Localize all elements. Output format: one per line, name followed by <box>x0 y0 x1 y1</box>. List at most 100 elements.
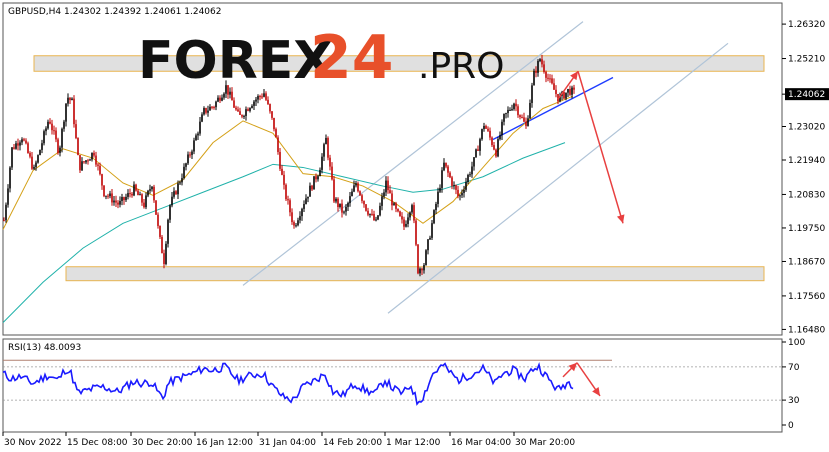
watermark-suffix: .PRO <box>418 46 505 87</box>
price-tick-label: 1.25210 <box>788 55 825 65</box>
candle-body <box>63 121 65 129</box>
candle-body <box>321 156 323 170</box>
candle-body <box>549 78 551 80</box>
candle-body <box>443 162 445 171</box>
candle-body <box>175 191 177 195</box>
candle-body <box>127 193 129 197</box>
candle-body <box>179 182 181 184</box>
candle-body <box>31 156 33 169</box>
candle-body <box>431 223 433 238</box>
candle-body <box>547 77 549 79</box>
candle-body <box>29 153 31 157</box>
candle-body <box>453 185 455 187</box>
price-tick-label: 1.19750 <box>788 224 825 234</box>
candle-body <box>143 202 145 208</box>
price-tick-label: 1.16480 <box>788 325 825 335</box>
candle-body <box>379 205 381 216</box>
candle-body <box>553 83 555 90</box>
candle-body <box>213 106 215 108</box>
candle-body <box>237 109 239 112</box>
candle-body <box>545 71 547 78</box>
candle-body <box>257 96 259 100</box>
time-tick-label: 30 Mar 20:00 <box>515 438 575 448</box>
candle-body <box>41 143 43 150</box>
candle-body <box>185 163 187 167</box>
price-tick-label: 1.26320 <box>788 20 825 30</box>
price-tick-label: 1.21940 <box>788 156 825 166</box>
candle-body <box>543 64 545 72</box>
candle-body <box>371 213 373 215</box>
candle-body <box>75 124 77 139</box>
candle-body <box>325 137 327 145</box>
candle-body <box>241 114 243 117</box>
candle-body <box>209 106 211 111</box>
candle-body <box>565 92 567 99</box>
candle-body <box>485 125 487 129</box>
candle-body <box>49 121 51 124</box>
candle-body <box>55 130 57 140</box>
candle-body <box>523 117 525 122</box>
candle-body <box>393 203 395 206</box>
candle-body <box>365 204 367 211</box>
candle-body <box>203 107 205 115</box>
candle-body <box>277 137 279 152</box>
time-tick-label: 14 Feb 20:00 <box>323 438 382 448</box>
candle-body <box>497 139 499 157</box>
symbol-header: GBPUSD,H4 1.24302 1.24392 1.24061 1.2406… <box>8 7 221 17</box>
candle-body <box>571 87 573 95</box>
candle-body <box>91 152 93 160</box>
candle-body <box>495 149 497 157</box>
forex-chart: FOREX 24 .PRO GBPUSD,H4 1.24302 1.24392 … <box>2 2 829 448</box>
candle-body <box>79 155 81 171</box>
candle-body <box>85 160 87 163</box>
candle-body <box>9 167 11 189</box>
candle-body <box>525 121 527 126</box>
time-tick-label: 31 Jan 04:00 <box>259 438 316 448</box>
candle-body <box>521 117 523 119</box>
candle-body <box>397 208 399 212</box>
candle-body <box>343 211 345 213</box>
price-axis: 1.26320 1.25210 1.24062 1.23020 1.21940 1.208… <box>782 20 829 335</box>
candle-body <box>527 118 529 126</box>
price-tick-label: 1.17560 <box>788 292 825 302</box>
candle-body <box>287 199 289 201</box>
candle-body <box>167 219 169 244</box>
candle-body <box>139 194 141 196</box>
candle-body <box>487 128 489 131</box>
time-tick-label: 15 Dec 08:00 <box>67 438 128 448</box>
time-tick-label: 30 Nov 2022 <box>4 438 62 448</box>
candle-body <box>391 193 393 206</box>
candle-body <box>341 203 343 213</box>
candle-body <box>125 196 127 201</box>
candle-body <box>413 205 415 221</box>
candle-body <box>445 162 447 167</box>
candle-body <box>229 91 231 95</box>
candle-body <box>449 172 451 178</box>
candle-body <box>349 196 351 204</box>
candle-body <box>279 151 281 169</box>
candle-body <box>195 135 197 141</box>
candle-body <box>419 268 421 274</box>
rsi-tick-label: 0 <box>788 421 794 431</box>
candle-body <box>483 125 485 130</box>
candle-body <box>399 211 401 217</box>
candle-body <box>337 198 339 208</box>
candle-body <box>109 193 111 197</box>
candle-body <box>515 103 517 107</box>
candle-body <box>159 225 161 237</box>
candle-body <box>499 135 501 140</box>
candle-body <box>211 106 213 108</box>
candle-body <box>385 180 387 193</box>
candle-body <box>51 123 53 131</box>
candle-body <box>319 169 321 177</box>
candle-body <box>573 87 575 90</box>
candle-body <box>45 128 47 132</box>
rsi-label: RSI(13) 48.0093 <box>8 343 81 353</box>
candle-body <box>537 61 539 73</box>
candle-body <box>535 70 537 73</box>
candle-body <box>433 210 435 224</box>
time-tick-label: 16 Mar 04:00 <box>451 438 511 448</box>
candle-body <box>171 196 173 206</box>
candle-body <box>267 99 269 105</box>
candle-body <box>481 129 483 140</box>
